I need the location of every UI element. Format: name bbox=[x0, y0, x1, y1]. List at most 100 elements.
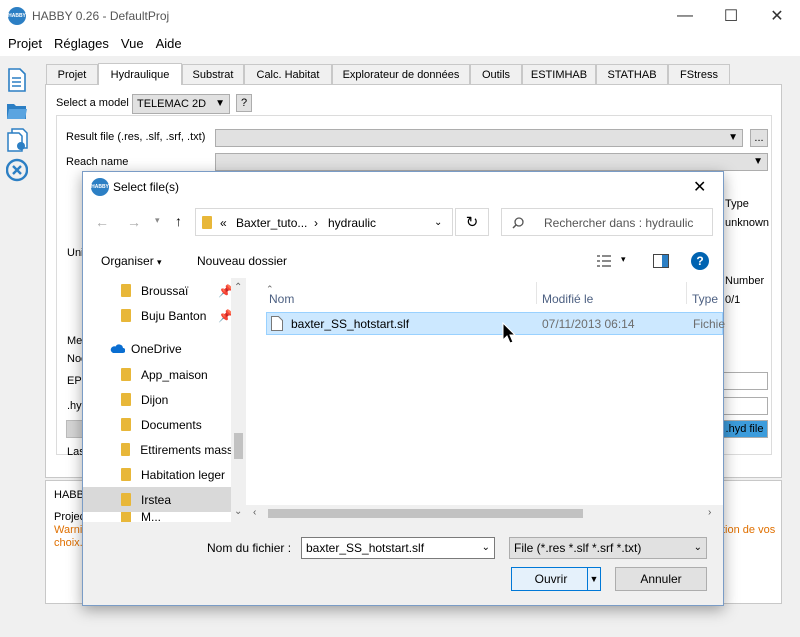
model-select[interactable]: TELEMAC 2D ▼ bbox=[132, 94, 230, 114]
log-choice-line: choix. bbox=[54, 537, 83, 549]
folder-icon bbox=[121, 284, 131, 297]
maximize-button[interactable]: ☐ bbox=[708, 0, 754, 32]
view-list-icon[interactable] bbox=[597, 255, 611, 267]
nav-scroll-thumb[interactable] bbox=[234, 433, 243, 459]
log-warning-line: Warni bbox=[54, 524, 83, 536]
reach-name-combo[interactable]: ▼ bbox=[215, 153, 768, 171]
scroll-left-icon[interactable]: ‹ bbox=[253, 507, 256, 518]
tab-hydraulique[interactable]: Hydraulique bbox=[98, 63, 182, 85]
path-folder-icon bbox=[202, 216, 212, 229]
scroll-up-icon[interactable]: ⌃ bbox=[234, 282, 242, 293]
nav-item-dijon[interactable]: Dijon bbox=[83, 387, 233, 412]
tab-calc-habitat[interactable]: Calc. Habitat bbox=[244, 64, 332, 84]
file-type-filter[interactable]: File (*.res *.slf *.srf *.txt) ⌄ bbox=[509, 537, 707, 559]
log-warning-tail: tion de vos bbox=[722, 524, 776, 536]
nav-item-ettirements[interactable]: Ettirements mass bbox=[83, 437, 233, 462]
path-segment-hydraulic[interactable]: hydraulic bbox=[328, 216, 376, 230]
onedrive-icon bbox=[110, 344, 125, 353]
file-hscrollbar[interactable]: ‹ › bbox=[246, 505, 723, 522]
path-box[interactable]: « Baxter_tuto... › hydraulic ⌄ bbox=[195, 208, 453, 236]
dialog-titlebar: HABBY Select file(s) ✕ bbox=[83, 172, 723, 202]
model-help-button[interactable]: ? bbox=[236, 94, 252, 112]
open-options-dropdown[interactable]: ▼ bbox=[587, 567, 601, 591]
result-file-combo[interactable]: ▼ bbox=[215, 129, 743, 147]
eps-input[interactable] bbox=[717, 372, 768, 390]
file-row[interactable]: baxter_SS_hotstart.slf 07/11/2013 06:14 … bbox=[266, 312, 725, 335]
type-value: unknown bbox=[725, 217, 770, 229]
help-icon[interactable]: ? bbox=[691, 252, 709, 270]
tab-fstress[interactable]: FStress bbox=[668, 64, 730, 84]
back-arrow-icon[interactable]: ← bbox=[95, 214, 109, 230]
column-name[interactable]: Nom bbox=[269, 292, 294, 306]
preview-pane-icon[interactable] bbox=[653, 254, 669, 268]
dialog-title: Select file(s) bbox=[113, 180, 180, 194]
hyd-name-input[interactable] bbox=[717, 397, 768, 415]
scroll-right-icon[interactable]: › bbox=[708, 507, 711, 518]
tab-estimhab[interactable]: ESTIMHAB bbox=[522, 64, 596, 84]
folder-icon bbox=[121, 418, 131, 431]
new-project-icon[interactable] bbox=[6, 68, 28, 92]
tab-substrat[interactable]: Substrat bbox=[182, 64, 244, 84]
result-file-label: Result file (.res, .slf, .srf, .txt) bbox=[66, 131, 206, 143]
recent-dropdown-icon[interactable]: ▾ bbox=[155, 215, 160, 226]
tab-outils[interactable]: Outils bbox=[470, 64, 522, 84]
nav-scrollbar[interactable]: ⌃ ⌄ bbox=[231, 278, 246, 522]
forward-arrow-icon[interactable]: → bbox=[127, 214, 141, 230]
file-icon bbox=[271, 316, 283, 331]
folder-icon bbox=[121, 393, 131, 406]
menubar: Projet Réglages Vue Aide bbox=[0, 32, 800, 56]
nav-item-onedrive[interactable]: OneDrive bbox=[83, 336, 233, 361]
column-type[interactable]: Type bbox=[692, 292, 718, 306]
open-project-icon[interactable] bbox=[6, 98, 28, 122]
tab-projet[interactable]: Projet bbox=[46, 64, 98, 84]
tab-explorateur[interactable]: Explorateur de données bbox=[332, 64, 470, 84]
open-button[interactable]: Ouvrir bbox=[511, 567, 591, 591]
new-folder-button[interactable]: Nouveau dossier bbox=[197, 254, 287, 268]
nav-item-broussai[interactable]: Broussaï 📌 bbox=[83, 278, 233, 303]
filename-input[interactable]: baxter_SS_hotstart.slf ⌄ bbox=[301, 537, 495, 559]
menu-vue[interactable]: Vue bbox=[115, 32, 150, 56]
cancel-button[interactable]: Annuler bbox=[615, 567, 707, 591]
close-project-icon[interactable] bbox=[6, 158, 28, 182]
close-window-button[interactable]: ✕ bbox=[754, 0, 800, 32]
refresh-icon[interactable]: ↻ bbox=[455, 208, 489, 236]
minimize-button[interactable]: — bbox=[662, 0, 708, 32]
save-project-icon[interactable] bbox=[6, 128, 28, 152]
up-arrow-icon[interactable]: ↑ bbox=[175, 213, 182, 229]
path-dropdown-icon[interactable]: ⌄ bbox=[434, 217, 442, 228]
navigation-pane: Broussaï 📌 Buju Banton 📌 OneDrive App_mais… bbox=[83, 278, 246, 522]
menu-projet[interactable]: Projet bbox=[2, 32, 48, 56]
nav-item-app-maison[interactable]: App_maison bbox=[83, 362, 233, 387]
file-modified: 07/11/2013 06:14 bbox=[542, 317, 635, 331]
menu-aide[interactable]: Aide bbox=[150, 32, 188, 56]
folder-icon bbox=[121, 468, 131, 481]
number-label: Number bbox=[725, 275, 765, 287]
path-segment-baxter[interactable]: Baxter_tuto... bbox=[236, 216, 307, 230]
nav-item-buju[interactable]: Buju Banton 📌 bbox=[83, 303, 233, 328]
scroll-down-icon[interactable]: ⌄ bbox=[234, 506, 242, 517]
search-placeholder: Rechercher dans : hydraulic bbox=[544, 216, 694, 230]
file-list-pane: ⌃ Nom Modifié le Type baxter_SS_hotstart… bbox=[246, 278, 725, 522]
tab-stathab[interactable]: STATHAB bbox=[596, 64, 668, 84]
select-file-dialog: HABBY Select file(s) ✕ ← → ▾ ↑ « Baxter_… bbox=[82, 171, 725, 606]
dialog-close-button[interactable]: ✕ bbox=[693, 177, 706, 197]
number-value: 0/1 bbox=[725, 294, 741, 306]
search-box[interactable]: Rechercher dans : hydraulic bbox=[501, 208, 713, 236]
browse-button[interactable]: ... bbox=[750, 129, 768, 147]
organize-menu[interactable]: Organiser ▾ bbox=[101, 254, 162, 268]
create-hyd-button[interactable]: .hyd file bbox=[721, 420, 768, 438]
folder-icon bbox=[121, 443, 131, 456]
menu-reglages[interactable]: Réglages bbox=[48, 32, 115, 56]
view-dropdown-icon[interactable]: ▾ bbox=[621, 254, 626, 265]
nav-item-habitation[interactable]: Habitation leger bbox=[83, 462, 233, 487]
file-scroll-thumb[interactable] bbox=[268, 509, 583, 518]
folder-icon bbox=[121, 493, 131, 506]
nav-item-documents[interactable]: Documents bbox=[83, 412, 233, 437]
folder-icon bbox=[121, 512, 131, 522]
nav-item-partial[interactable]: M... bbox=[83, 512, 233, 522]
habby-logo: HABBY bbox=[8, 7, 26, 25]
window-titlebar: HABBY HABBY 0.26 - DefaultProj — ☐ ✕ bbox=[0, 0, 800, 32]
column-modified[interactable]: Modifié le bbox=[542, 292, 593, 306]
column-divider bbox=[686, 282, 687, 304]
nav-item-irstea[interactable]: Irstea bbox=[83, 487, 231, 512]
